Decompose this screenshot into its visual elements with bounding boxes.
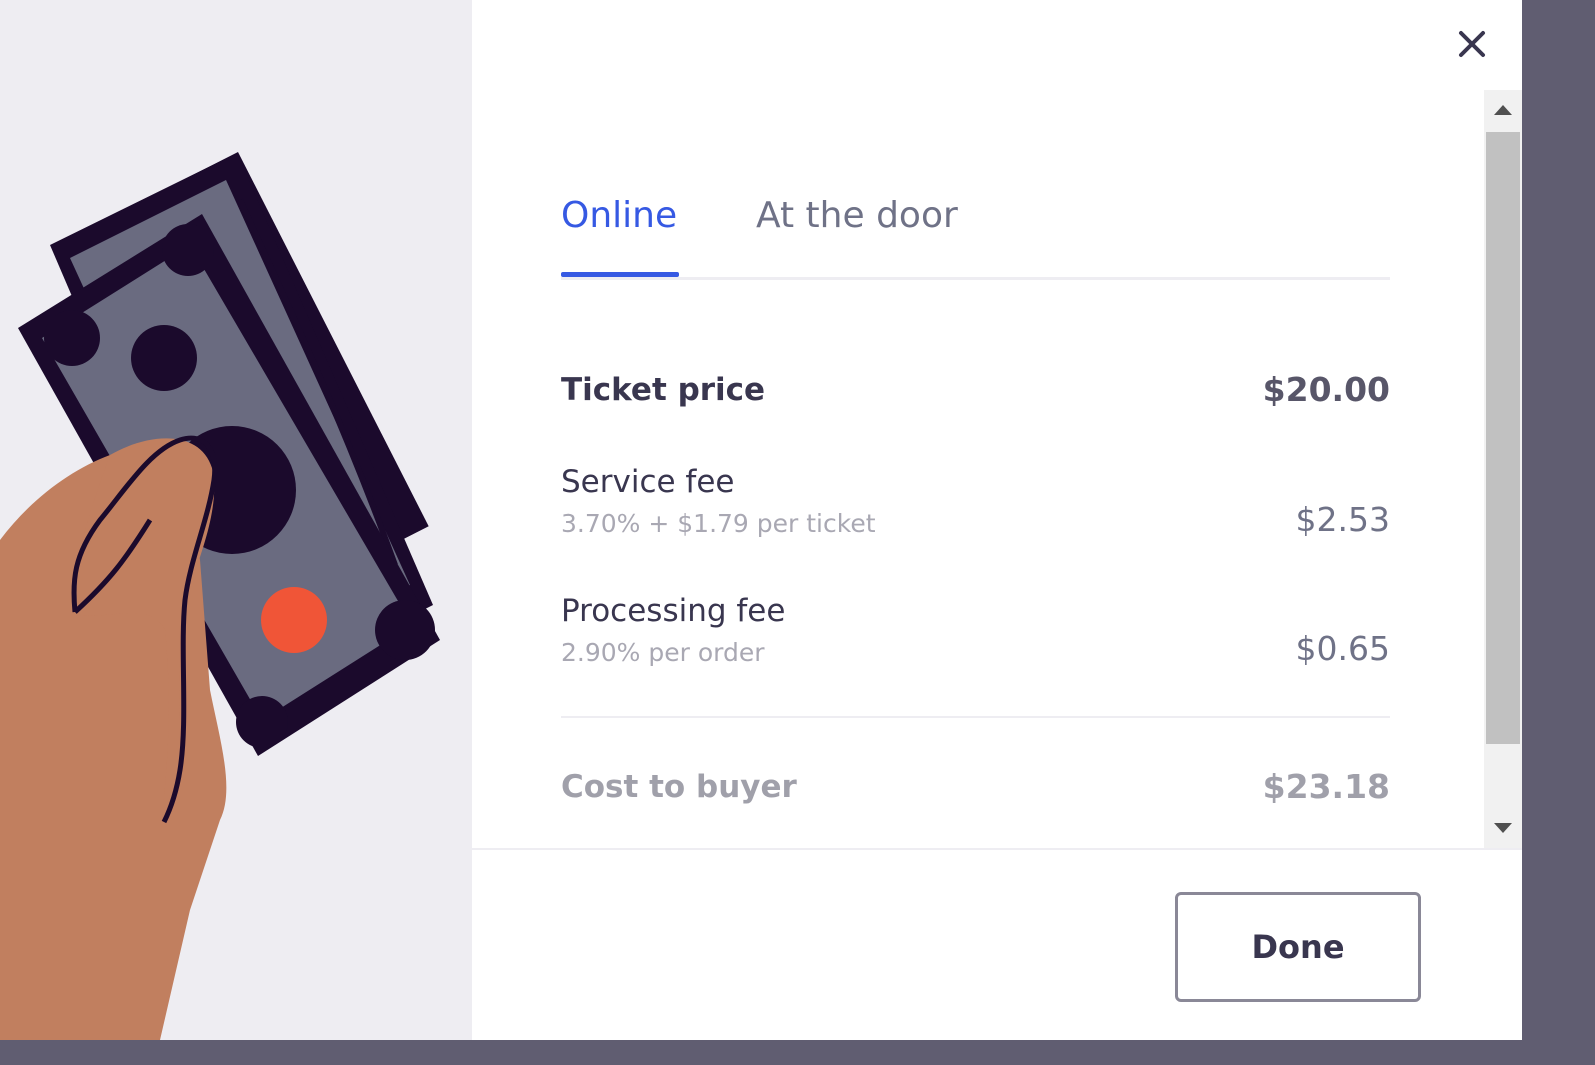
pricing-tabs: Online At the door xyxy=(561,190,1390,280)
triangle-up-icon xyxy=(1494,105,1512,115)
scrollbar-thumb[interactable] xyxy=(1486,132,1520,744)
fee-details-content: Online At the door Ticket price $20.00 S… xyxy=(472,0,1482,848)
ticket-price-label: Ticket price xyxy=(561,372,766,408)
content-scrollbar[interactable] xyxy=(1484,90,1522,848)
scroll-up-button[interactable] xyxy=(1484,90,1522,130)
ticket-price-amount: $20.00 xyxy=(1262,370,1390,409)
hand-holding-money-illustration xyxy=(0,152,440,1040)
cost-to-buyer-label: Cost to buyer xyxy=(561,769,797,805)
processing-fee-amount: $0.65 xyxy=(1295,629,1390,668)
triangle-down-icon xyxy=(1494,823,1512,833)
cost-to-buyer-amount: $23.18 xyxy=(1262,767,1390,806)
service-fee-detail: 3.70% + $1.79 per ticket xyxy=(561,509,876,538)
done-button[interactable]: Done xyxy=(1175,892,1421,1002)
scroll-down-button[interactable] xyxy=(1484,808,1522,848)
tab-at-the-door[interactable]: At the door xyxy=(756,194,958,238)
active-tab-indicator xyxy=(561,272,679,277)
modal-footer: Done xyxy=(472,848,1522,1040)
service-fee-amount: $2.53 xyxy=(1295,500,1390,539)
tab-online[interactable]: Online xyxy=(561,194,677,238)
fee-breakdown-modal: Online At the door Ticket price $20.00 S… xyxy=(0,0,1522,1040)
processing-fee-label: Processing fee xyxy=(561,593,786,629)
processing-fee-detail: 2.90% per order xyxy=(561,638,765,667)
total-divider xyxy=(561,716,1390,718)
illustration-panel xyxy=(0,0,472,1040)
service-fee-label: Service fee xyxy=(561,464,735,500)
